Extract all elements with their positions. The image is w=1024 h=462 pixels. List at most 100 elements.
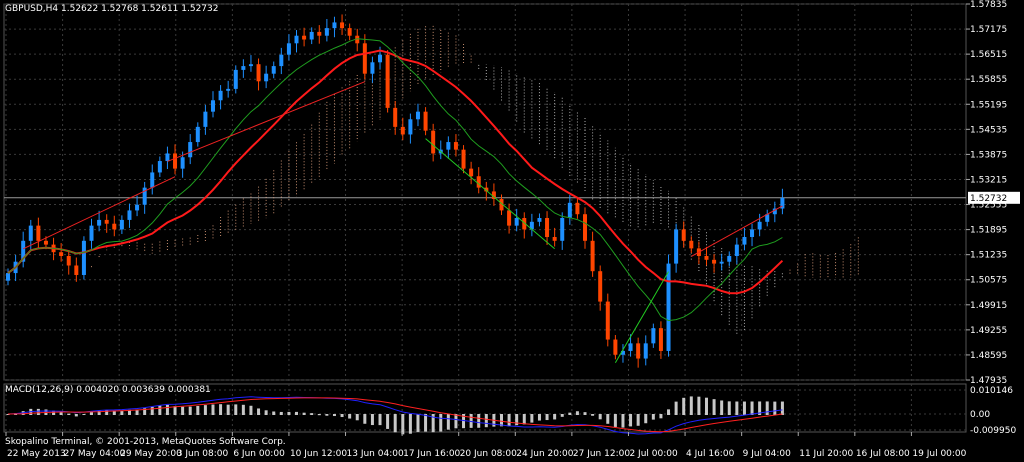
macd-histogram-bar bbox=[310, 413, 314, 415]
candle-body bbox=[210, 100, 215, 112]
candle-body bbox=[119, 219, 124, 230]
macd-histogram-bar bbox=[67, 413, 71, 415]
candle-body bbox=[453, 142, 458, 150]
time-tick-label: 3 Jun 08:00 bbox=[177, 449, 229, 459]
macd-histogram-bar bbox=[424, 414, 428, 432]
candle-body bbox=[613, 339, 618, 355]
candle-body bbox=[408, 119, 413, 135]
price-tick-label: 1.57835 bbox=[970, 0, 1007, 10]
candle-body bbox=[256, 64, 261, 82]
candle-body bbox=[385, 54, 390, 108]
candle-body bbox=[112, 223, 117, 230]
macd-histogram-bar bbox=[568, 412, 572, 415]
macd-histogram-bar bbox=[530, 414, 534, 423]
macd-info-label: MACD(12,26,9) 0.004020 0.003639 0.000381 bbox=[5, 385, 211, 395]
candle-body bbox=[423, 111, 428, 131]
macd-histogram-bar bbox=[196, 405, 200, 415]
macd-histogram-bar bbox=[629, 414, 633, 427]
macd-histogram-bar bbox=[386, 414, 390, 429]
time-tick-label: 24 Jun 20:00 bbox=[516, 449, 573, 459]
macd-histogram-bar bbox=[36, 408, 40, 415]
macd-histogram-bar bbox=[773, 401, 777, 415]
time-tick-label: 17 Jun 16:00 bbox=[403, 449, 460, 459]
macd-histogram-bar bbox=[439, 414, 443, 432]
macd-histogram-bar bbox=[704, 397, 708, 415]
candle-body bbox=[195, 126, 200, 143]
macd-histogram-bar bbox=[181, 406, 185, 415]
macd-histogram-bar bbox=[272, 411, 276, 415]
candle-body bbox=[757, 221, 762, 230]
price-tick-label: 1.55855 bbox=[970, 75, 1007, 85]
macd-histogram-bar bbox=[401, 414, 405, 435]
macd-histogram-bar bbox=[606, 414, 610, 424]
time-tick-label: 29 May 20:00 bbox=[120, 449, 182, 459]
candle-body bbox=[400, 126, 405, 135]
candle-body bbox=[66, 255, 71, 266]
macd-histogram-bar bbox=[765, 401, 769, 415]
macd-histogram-bar bbox=[667, 409, 671, 415]
candle-body bbox=[43, 240, 48, 245]
candle-body bbox=[651, 328, 656, 344]
candle-body bbox=[294, 35, 299, 44]
macd-histogram-bar bbox=[264, 410, 268, 415]
trading-chart: 1.57835 1.57175 1.56515 1.55855 1.55195 1.545… bbox=[0, 0, 1024, 462]
macd-histogram-bar bbox=[363, 414, 367, 424]
candle-body bbox=[324, 28, 329, 36]
time-tick-label: 22 May 2013 bbox=[7, 449, 66, 459]
price-tick-label: 1.51895 bbox=[970, 226, 1007, 236]
macd-tick-label: -0.009950 bbox=[970, 426, 1016, 436]
candle-body bbox=[340, 22, 345, 29]
candle-body bbox=[241, 66, 246, 70]
macd-histogram-bar bbox=[689, 396, 693, 415]
time-tick-label: 20 Jun 08:00 bbox=[460, 449, 517, 459]
macd-histogram-bar bbox=[219, 404, 223, 415]
candle-body bbox=[286, 43, 291, 55]
macd-histogram-bar bbox=[697, 396, 701, 415]
time-tick-label: 9 Jul 04:00 bbox=[743, 449, 792, 459]
candle-body bbox=[150, 172, 155, 188]
candle-body bbox=[28, 225, 33, 241]
candle-body bbox=[628, 343, 633, 351]
candle-body bbox=[393, 107, 398, 127]
candle-body bbox=[36, 225, 41, 241]
symbol-info-label: GBPUSD,H4 1.52622 1.52768 1.52611 1.5273… bbox=[5, 4, 218, 14]
candle-body bbox=[514, 218, 519, 226]
macd-tick-label: 0.00 bbox=[970, 410, 990, 420]
macd-histogram-bar bbox=[378, 414, 382, 426]
macd-histogram-bar bbox=[636, 414, 640, 426]
macd-histogram-bar bbox=[507, 414, 511, 427]
candle-body bbox=[560, 218, 565, 241]
macd-histogram-bar bbox=[454, 414, 458, 429]
macd-histogram-bar bbox=[545, 414, 549, 421]
candle-body bbox=[643, 343, 648, 359]
price-tick-label: 1.49255 bbox=[970, 326, 1007, 336]
macd-histogram-bar bbox=[287, 411, 291, 415]
time-tick-label: 2 Jul 00:00 bbox=[629, 449, 678, 459]
current-price-label: 1.52732 bbox=[970, 194, 1007, 204]
candle-body bbox=[309, 31, 314, 40]
macd-histogram-bar bbox=[158, 405, 162, 415]
macd-histogram-bar bbox=[279, 411, 283, 415]
candle-body bbox=[750, 229, 755, 238]
candle-body bbox=[507, 210, 512, 226]
candle-body bbox=[332, 22, 337, 29]
price-tick-label: 1.53215 bbox=[970, 175, 1007, 185]
macd-histogram-bar bbox=[150, 406, 154, 415]
candle-body bbox=[370, 62, 375, 74]
candle-body bbox=[583, 214, 588, 241]
price-tick-label: 1.53875 bbox=[970, 150, 1007, 160]
candle-body bbox=[469, 168, 474, 177]
price-tick-label: 1.47935 bbox=[970, 376, 1007, 386]
candle-body bbox=[378, 54, 383, 63]
candle-body bbox=[226, 88, 231, 91]
candle-body bbox=[545, 218, 550, 238]
candle-body bbox=[476, 176, 481, 188]
candle-body bbox=[537, 218, 542, 222]
macd-histogram-bar bbox=[74, 414, 78, 417]
time-tick-label: 11 Jul 20:00 bbox=[799, 449, 853, 459]
candle-body bbox=[127, 210, 132, 220]
candle-body bbox=[712, 259, 717, 264]
macd-histogram-bar bbox=[82, 414, 86, 416]
candle-body bbox=[97, 219, 102, 226]
candle-body bbox=[104, 219, 109, 224]
